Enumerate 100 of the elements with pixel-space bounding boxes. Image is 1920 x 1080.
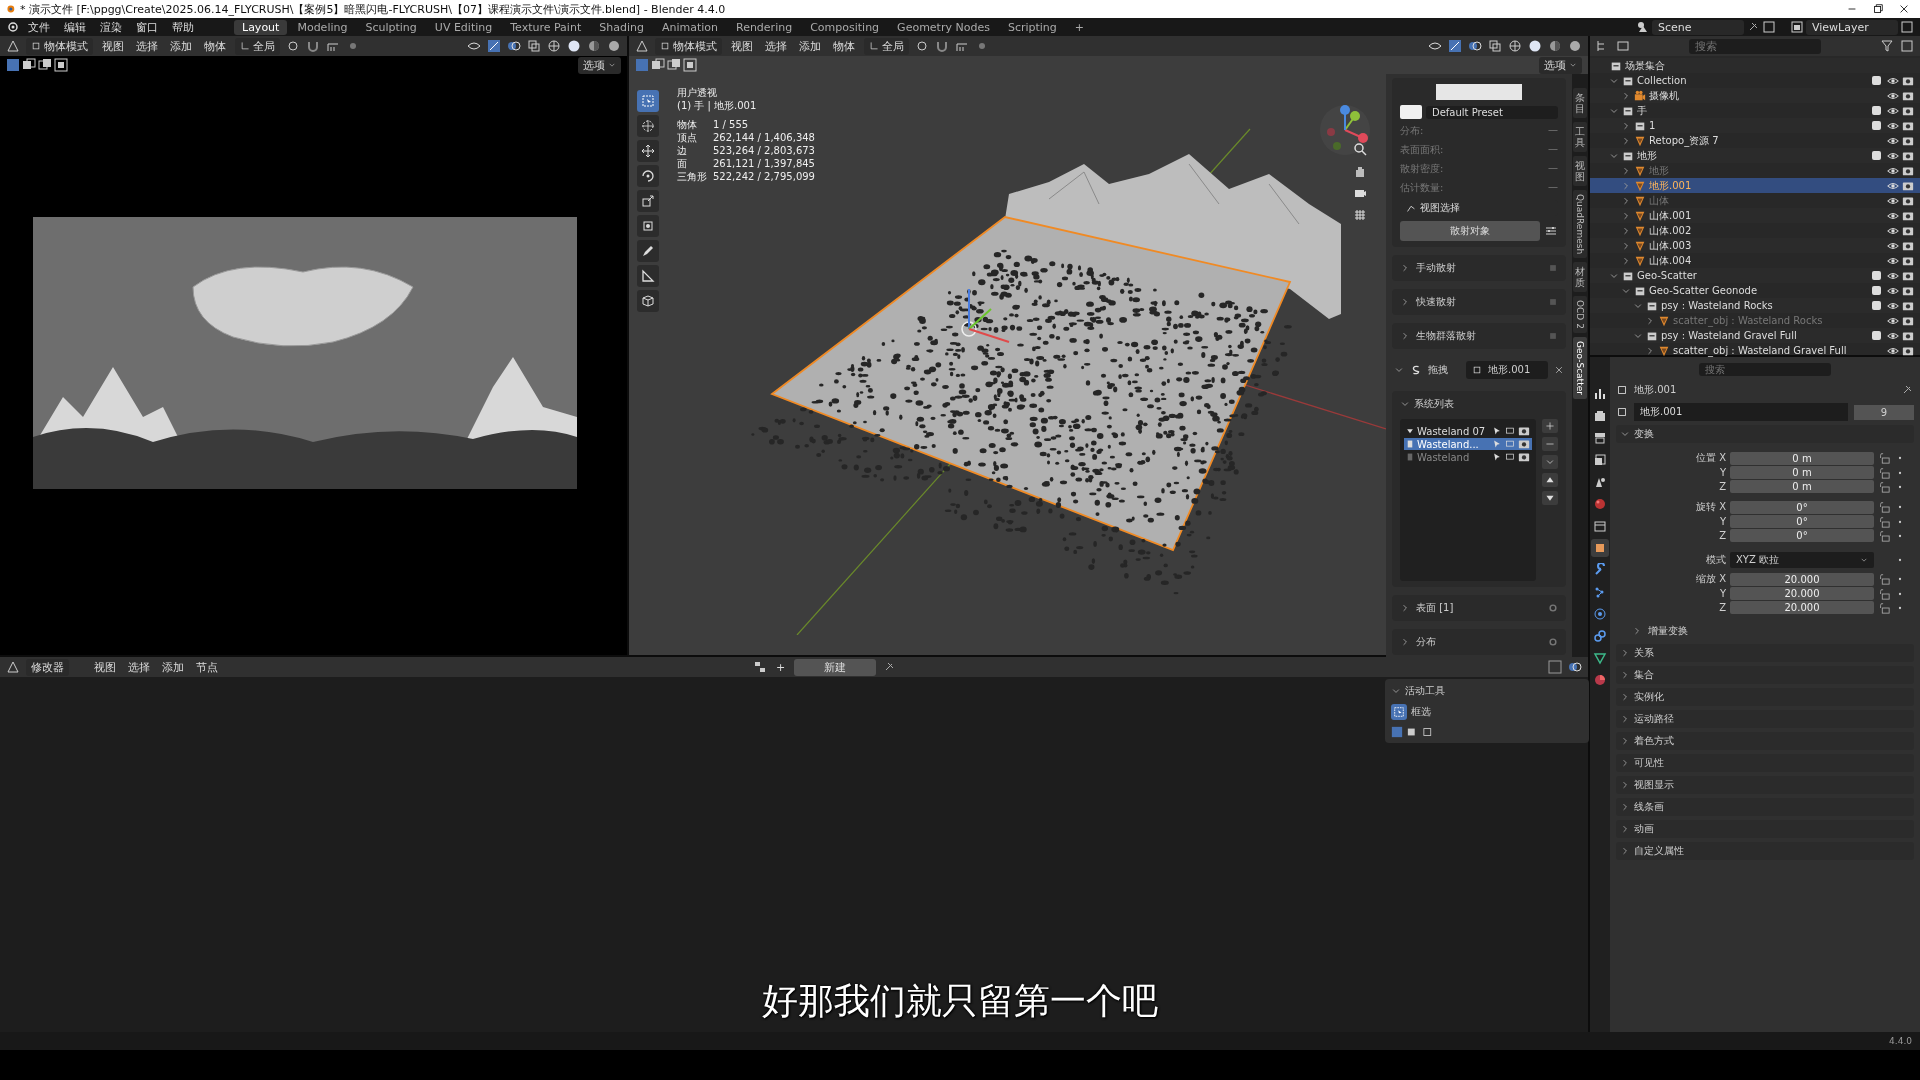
- outliner-item-label[interactable]: psy : Wasteland Rocks: [1661, 300, 1869, 311]
- chevron-right-icon[interactable]: [1621, 225, 1631, 236]
- display-mode-icon[interactable]: [1616, 39, 1630, 53]
- gear-icon[interactable]: [1548, 637, 1558, 647]
- move-up-button[interactable]: [1542, 473, 1558, 487]
- chevron-right-icon[interactable]: [1621, 135, 1631, 146]
- preset-name-field[interactable]: Default Preset: [1426, 105, 1558, 119]
- workspace-tab[interactable]: Modeling: [289, 19, 356, 35]
- chevron-down-icon[interactable]: [1400, 399, 1410, 409]
- move-tool[interactable]: [637, 140, 659, 162]
- chevron-right-icon[interactable]: [1620, 692, 1630, 702]
- panel-header[interactable]: 变换: [1616, 425, 1914, 443]
- workspace-tab[interactable]: Rendering: [728, 19, 801, 35]
- outliner-item-label[interactable]: 地形.001: [1649, 178, 1884, 193]
- select-subtract-icon[interactable]: [667, 58, 681, 72]
- lock-icon[interactable]: [1878, 466, 1890, 479]
- menu-item[interactable]: 选择: [133, 38, 161, 54]
- outliner-row[interactable]: Collection: [1590, 73, 1920, 88]
- outliner-item-label[interactable]: 摄像机: [1649, 88, 1884, 103]
- mode-dropdown[interactable]: 物体模式: [26, 37, 93, 55]
- checkbox[interactable]: [1872, 106, 1881, 115]
- outliner-item-label[interactable]: Geo-Scatter Geonode: [1649, 285, 1869, 296]
- solid-shading-icon[interactable]: [567, 39, 581, 53]
- close-icon[interactable]: [1554, 365, 1564, 375]
- checkbox[interactable]: [1872, 76, 1881, 85]
- scale-tool[interactable]: [637, 190, 659, 212]
- keyframe-dot-icon[interactable]: [1896, 454, 1904, 462]
- menu-item[interactable]: 选择: [762, 38, 790, 54]
- lock-icon[interactable]: [1878, 452, 1890, 464]
- chevron-down-icon[interactable]: [1394, 365, 1404, 375]
- chevron-right-icon[interactable]: [1645, 345, 1655, 356]
- add-button[interactable]: +: [773, 660, 789, 674]
- outliner-item-label[interactable]: Retopo_资源 7: [1649, 133, 1884, 148]
- sidebar-tab[interactable]: QuadRemesh: [1573, 190, 1587, 259]
- solid-shading-icon[interactable]: [1528, 39, 1542, 53]
- pivot-icon[interactable]: [286, 39, 300, 53]
- outliner-row[interactable]: 山体.004: [1590, 253, 1920, 268]
- select-invert-icon[interactable]: [54, 58, 68, 72]
- keyframe-dot-icon[interactable]: [1896, 556, 1904, 564]
- visibility-icon[interactable]: [467, 39, 481, 53]
- select-mode-icon[interactable]: [1391, 726, 1403, 738]
- chevron-right-icon[interactable]: [1621, 195, 1631, 206]
- select-extend-icon[interactable]: [651, 58, 665, 72]
- chevron-right-icon[interactable]: [1620, 758, 1630, 768]
- select-invert-icon[interactable]: [683, 58, 697, 72]
- menu-item[interactable]: 帮助: [166, 19, 200, 35]
- chevron-right-icon[interactable]: [1400, 331, 1410, 341]
- menu-item[interactable]: 文件: [22, 19, 56, 35]
- chevron-down-icon[interactable]: [1391, 686, 1401, 696]
- pencil-tool[interactable]: [637, 240, 659, 262]
- wireframe-shading-icon[interactable]: [547, 39, 561, 53]
- chevron-right-icon[interactable]: [1400, 263, 1410, 273]
- gizmo-toggle-icon[interactable]: [1548, 660, 1562, 674]
- chevron-right-icon[interactable]: [1621, 210, 1631, 221]
- sidebar-tab[interactable]: 条目: [1573, 88, 1587, 118]
- menu-item[interactable]: 节点: [193, 659, 221, 675]
- panel-header[interactable]: 实例化: [1616, 688, 1914, 706]
- checkbox[interactable]: [1872, 271, 1881, 280]
- material-shading-icon[interactable]: [1548, 39, 1562, 53]
- number-field[interactable]: 0°: [1730, 529, 1874, 542]
- gizmo-toggle-icon[interactable]: [487, 39, 501, 53]
- hand-icon[interactable]: [1353, 164, 1367, 178]
- checkbox[interactable]: [1872, 151, 1881, 160]
- outliner-item-label[interactable]: Geo-Scatter: [1637, 270, 1869, 281]
- cube-add-tool[interactable]: [637, 290, 659, 312]
- new-button[interactable]: 新建: [794, 658, 877, 676]
- xray-icon[interactable]: [1488, 39, 1502, 53]
- workspace-tab[interactable]: Geometry Nodes: [889, 19, 998, 35]
- options-dropdown[interactable]: 选项: [1539, 56, 1582, 74]
- panel-header[interactable]: 着色方式: [1616, 732, 1914, 750]
- chevron-right-icon[interactable]: [1632, 626, 1642, 636]
- drag-handle-icon[interactable]: [1548, 297, 1558, 307]
- select-box-tool[interactable]: [1391, 704, 1407, 720]
- outliner-item-label[interactable]: 地形: [1637, 148, 1869, 163]
- outliner-item-label[interactable]: 山体.003: [1649, 238, 1884, 253]
- lock-icon[interactable]: [1878, 529, 1890, 542]
- menu-item[interactable]: 视图: [91, 659, 119, 675]
- chevron-right-icon[interactable]: [1620, 714, 1630, 724]
- close-icon[interactable]: [1898, 3, 1910, 15]
- menu-item[interactable]: 窗口: [130, 19, 164, 35]
- gear-icon[interactable]: [1548, 603, 1558, 613]
- wireframe-shading-icon[interactable]: [1508, 39, 1522, 53]
- material-shading-icon[interactable]: [587, 39, 601, 53]
- chevron-right-icon[interactable]: [1645, 315, 1655, 326]
- outliner-item-label[interactable]: psy : Wasteland Gravel Full: [1661, 330, 1869, 341]
- navigation-gizmo-icon[interactable]: [1319, 104, 1371, 156]
- outliner-item-label[interactable]: scatter_obj : Wasteland Gravel Full: [1673, 345, 1884, 356]
- lock-icon[interactable]: [1878, 515, 1890, 528]
- search-field[interactable]: 搜索: [1689, 38, 1821, 54]
- editor-type-icon[interactable]: [6, 660, 20, 674]
- checkbox[interactable]: [1872, 121, 1881, 130]
- add-workspace-button[interactable]: +: [1066, 19, 1093, 35]
- cursor-tool[interactable]: [637, 115, 659, 137]
- orientation-dropdown[interactable]: 全局: [864, 37, 909, 55]
- chevron-right-icon[interactable]: [1400, 603, 1410, 613]
- keyframe-dot-icon[interactable]: [1896, 503, 1904, 511]
- transform-tool[interactable]: [637, 215, 659, 237]
- menu-item[interactable]: 添加: [167, 38, 195, 54]
- scene-icon[interactable]: [1636, 20, 1650, 34]
- lock-icon[interactable]: [1878, 601, 1890, 614]
